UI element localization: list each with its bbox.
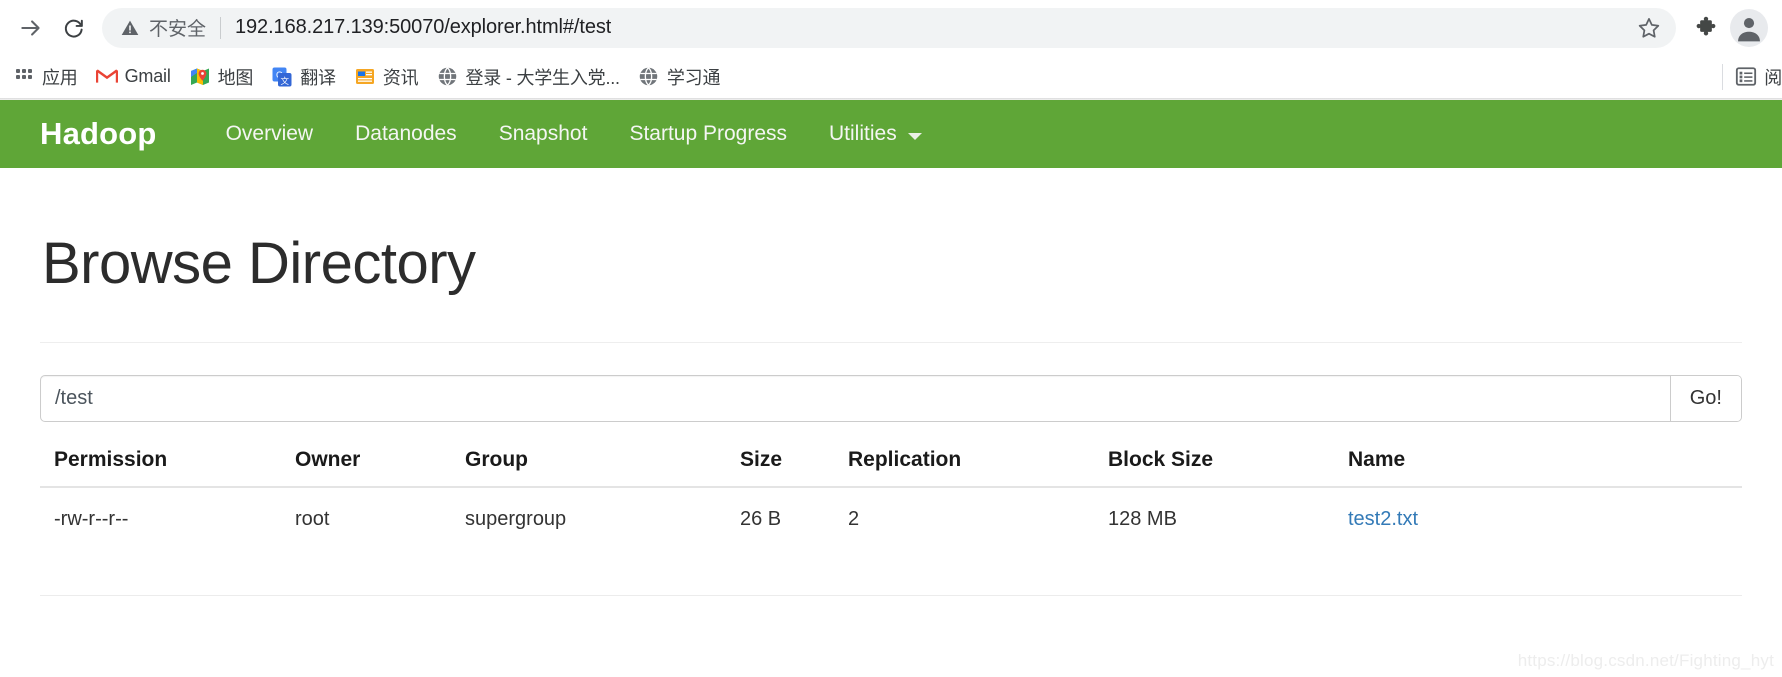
path-input-group: Go! bbox=[40, 375, 1742, 422]
footer-divider bbox=[40, 595, 1742, 596]
translate-icon: G 文 bbox=[271, 66, 293, 88]
bookmark-gmail[interactable]: Gmail bbox=[87, 60, 180, 94]
bookmark-label: 资讯 bbox=[382, 67, 419, 88]
not-secure-warning-icon bbox=[120, 18, 140, 38]
bookmark-maps[interactable]: 地图 bbox=[180, 60, 263, 94]
column-header-name: Name bbox=[1348, 444, 1742, 488]
browser-chrome: 不安全 192.168.217.139:50070/explorer.html#… bbox=[0, 0, 1782, 100]
page-title: Browse Directory bbox=[42, 231, 476, 296]
table-row: -rw-r--r-- root supergroup 26 B 2 128 MB… bbox=[40, 487, 1742, 547]
bookmark-label: 学习通 bbox=[666, 67, 721, 88]
not-secure-label: 不安全 bbox=[149, 19, 207, 40]
bookmarks-bar: 应用 Gmail 地图 文 翻译 资讯 登录 - 大学生入党... 学习通 阅 bbox=[0, 55, 1782, 98]
column-header-block-size: Block Size bbox=[1108, 444, 1348, 488]
go-button[interactable]: Go! bbox=[1669, 376, 1741, 421]
chevron-down-icon bbox=[907, 132, 922, 140]
forward-button[interactable] bbox=[10, 7, 52, 49]
profile-avatar[interactable] bbox=[1730, 8, 1768, 47]
url-text[interactable]: 192.168.217.139:50070/explorer.html#/tes… bbox=[235, 16, 611, 39]
cell-permission: -rw-r--r-- bbox=[54, 508, 129, 530]
bookmark-label: 应用 bbox=[42, 67, 78, 88]
column-header-owner: Owner bbox=[295, 444, 465, 488]
bookmark-label: 登录 - 大学生入党... bbox=[465, 67, 620, 88]
cell-block-size: 128 MB bbox=[1108, 508, 1177, 530]
column-header-replication: Replication bbox=[848, 444, 1108, 488]
nav-link-utilities-label: Utilities bbox=[829, 122, 897, 145]
file-listing-table: Permission Owner Group Size Replication … bbox=[40, 444, 1742, 547]
hadoop-navbar: Hadoop Overview Datanodes Snapshot Start… bbox=[0, 100, 1782, 168]
page-container: Browse Directory Go! Permission Owner Gr… bbox=[0, 230, 1782, 596]
bookmarks-bar-right: 阅 bbox=[1714, 55, 1782, 98]
nav-link-startup-progress[interactable]: Startup Progress bbox=[608, 122, 808, 146]
svg-text:文: 文 bbox=[281, 76, 290, 86]
cell-size: 26 B bbox=[740, 508, 782, 530]
column-header-group: Group bbox=[465, 444, 740, 488]
address-bar[interactable]: 不安全 192.168.217.139:50070/explorer.html#… bbox=[102, 7, 1676, 48]
bookmark-label: Gmail bbox=[124, 66, 171, 86]
cell-owner: root bbox=[295, 508, 330, 530]
bookmark-star-icon[interactable] bbox=[1626, 15, 1662, 41]
omnibox-divider bbox=[220, 16, 222, 39]
nav-link-datanodes[interactable]: Datanodes bbox=[334, 122, 478, 146]
reading-list-icon[interactable] bbox=[1735, 66, 1757, 88]
bookmark-apps[interactable]: 应用 bbox=[4, 60, 87, 94]
bookmark-label: 翻译 bbox=[300, 67, 336, 88]
watermark: https://blog.csdn.net/Fighting_hyt bbox=[1517, 651, 1774, 670]
column-header-permission: Permission bbox=[40, 444, 295, 488]
extensions-button[interactable] bbox=[1686, 8, 1726, 48]
cell-name: test2.txt bbox=[1348, 487, 1742, 547]
reload-button[interactable] bbox=[52, 7, 94, 49]
table-body: -rw-r--r-- root supergroup 26 B 2 128 MB… bbox=[40, 487, 1742, 547]
table-head: Permission Owner Group Size Replication … bbox=[40, 444, 1742, 488]
nav-link-snapshot[interactable]: Snapshot bbox=[478, 122, 609, 146]
bookmarks-divider bbox=[1722, 63, 1724, 90]
maps-icon bbox=[189, 66, 211, 88]
browser-toolbar: 不安全 192.168.217.139:50070/explorer.html#… bbox=[0, 0, 1782, 55]
bookmark-student-party-login[interactable]: 登录 - 大学生入党... bbox=[427, 60, 628, 94]
cell-replication: 2 bbox=[848, 508, 860, 530]
nav-link-overview[interactable]: Overview bbox=[205, 122, 335, 146]
file-link-test2-txt[interactable]: test2.txt bbox=[1348, 508, 1418, 530]
globe-icon bbox=[436, 66, 458, 88]
title-divider bbox=[40, 342, 1742, 343]
bookmark-label: 地图 bbox=[217, 67, 254, 88]
gmail-icon bbox=[95, 66, 118, 88]
table-header-row: Permission Owner Group Size Replication … bbox=[40, 444, 1742, 488]
hadoop-brand[interactable]: Hadoop bbox=[40, 116, 157, 152]
apps-icon bbox=[13, 66, 35, 88]
navbar-links: Overview Datanodes Snapshot Startup Prog… bbox=[205, 122, 943, 146]
directory-path-input[interactable] bbox=[41, 376, 1670, 421]
hadoop-explorer-page: Hadoop Overview Datanodes Snapshot Start… bbox=[0, 100, 1782, 677]
bookmark-translate[interactable]: G 文 翻译 bbox=[262, 60, 345, 94]
column-header-size: Size bbox=[740, 444, 848, 488]
nav-link-utilities[interactable]: Utilities bbox=[808, 122, 943, 146]
bookmark-xuexitong[interactable]: 学习通 bbox=[629, 60, 729, 94]
reading-list-label[interactable]: 阅 bbox=[1764, 64, 1782, 90]
news-icon bbox=[354, 66, 376, 88]
bookmark-news[interactable]: 资讯 bbox=[345, 60, 428, 94]
globe-icon bbox=[638, 66, 660, 88]
cell-group: supergroup bbox=[465, 508, 567, 530]
